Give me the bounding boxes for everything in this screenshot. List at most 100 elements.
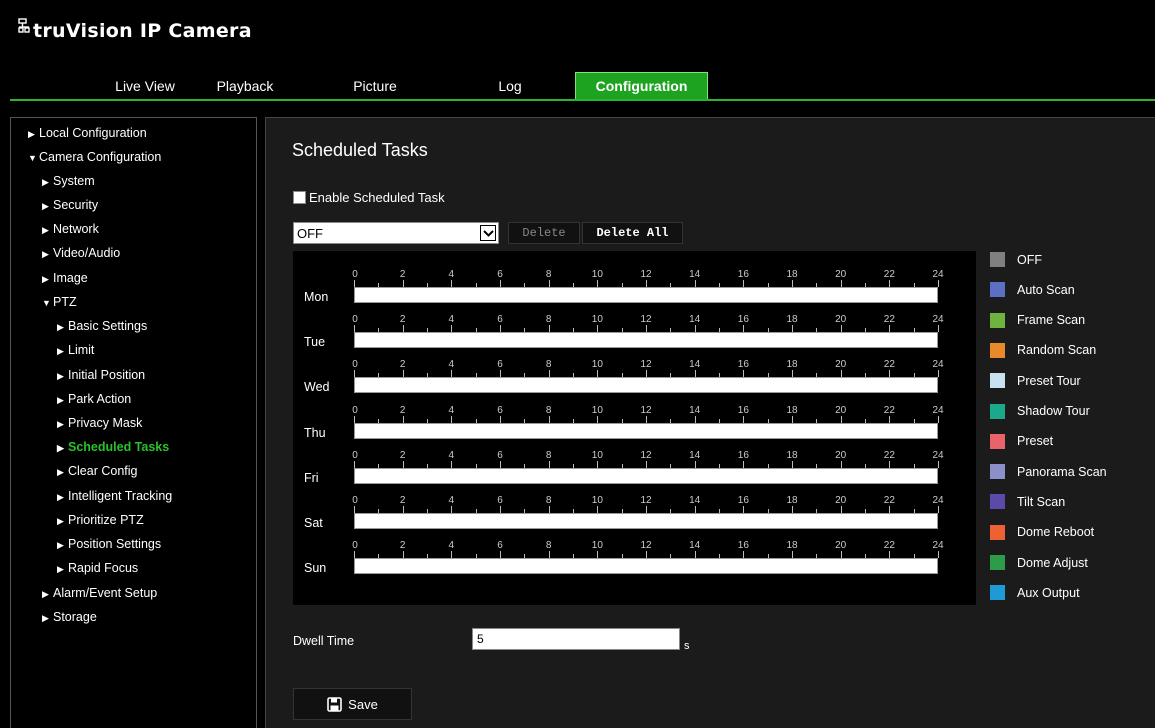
chevron-down-icon[interactable] xyxy=(480,225,496,241)
tree-item-intelligent-tracking[interactable]: ▶ Intelligent Tracking xyxy=(57,488,172,504)
tree-item-position-settings[interactable]: ▶ Position Settings xyxy=(57,536,161,552)
day-timeline-bar[interactable] xyxy=(354,513,938,529)
day-timeline-bar[interactable] xyxy=(354,422,938,439)
day-timeline-bar[interactable] xyxy=(354,377,938,394)
tree-item-prioritize-ptz[interactable]: ▶ Prioritize PTZ xyxy=(57,512,144,528)
tree-item-ptz[interactable]: ▼ PTZ xyxy=(42,294,77,310)
hour-tick-label: 12 xyxy=(640,449,652,461)
hour-tick-mark xyxy=(743,506,745,513)
legend-label: Preset xyxy=(1017,434,1054,449)
tree-item-network[interactable]: ▶ Network xyxy=(42,221,99,237)
hour-tick-label: 10 xyxy=(591,540,603,552)
tree-item-initial-position[interactable]: ▶ Initial Position xyxy=(57,367,145,383)
tab-playback[interactable]: Playback xyxy=(200,72,290,99)
legend-swatch[interactable] xyxy=(990,373,1005,389)
hour-tick-mark xyxy=(743,370,745,378)
legend-item: Tilt Scan xyxy=(990,494,1065,510)
day-label: Sat xyxy=(304,516,323,530)
legend-swatch[interactable] xyxy=(990,555,1005,570)
legend-swatch[interactable] xyxy=(990,282,1005,298)
tab-configuration[interactable]: Configuration xyxy=(575,72,708,99)
day-timeline-bar[interactable] xyxy=(354,558,938,575)
tree-item-park-action[interactable]: ▶ Park Action xyxy=(57,391,131,407)
hour-tick-label: 24 xyxy=(932,449,944,461)
hour-tick-label: 8 xyxy=(545,449,552,461)
hour-tick-mark xyxy=(840,506,842,513)
delete-button[interactable]: Delete xyxy=(508,222,580,244)
delete-all-button[interactable]: Delete All xyxy=(582,222,683,244)
tree-item-rapid-focus[interactable]: ▶ Rapid Focus xyxy=(57,560,138,576)
hour-tick-label: 2 xyxy=(399,540,406,552)
tree-item-storage[interactable]: ▶ Storage xyxy=(42,609,97,625)
tree-item-security[interactable]: ▶ Security xyxy=(42,197,98,213)
legend-label: Aux Output xyxy=(1017,585,1080,600)
legend-swatch[interactable] xyxy=(990,252,1005,267)
expand-arrow-icon: ▶ xyxy=(42,225,49,235)
task-type-select[interactable]: OFF xyxy=(293,222,499,244)
tree-item-image[interactable]: ▶ Image xyxy=(42,270,88,286)
day-timeline-bar[interactable] xyxy=(354,287,938,303)
tree-item-scheduled-tasks[interactable]: ▶ Scheduled Tasks xyxy=(57,439,169,455)
tree-item-clear-config[interactable]: ▶ Clear Config xyxy=(57,463,137,479)
hour-tick-mark xyxy=(938,280,939,287)
legend-label: Preset Tour xyxy=(1017,373,1081,388)
enable-scheduled-task-checkbox[interactable] xyxy=(293,191,306,204)
day-timeline-bar[interactable] xyxy=(354,467,938,484)
legend-item: Dome Adjust xyxy=(990,555,1088,570)
legend-swatch[interactable] xyxy=(990,464,1005,480)
hour-tick-mark xyxy=(500,280,501,287)
tab-log[interactable]: Log xyxy=(475,72,545,99)
tree-item-video-audio[interactable]: ▶ Video/Audio xyxy=(42,245,120,261)
day-timeline-bar[interactable] xyxy=(354,332,938,349)
hour-tick-mark xyxy=(889,325,891,333)
dwell-time-unit: s xyxy=(684,640,690,652)
hour-tick-label: 14 xyxy=(689,359,701,371)
legend-swatch[interactable] xyxy=(990,585,1005,601)
collapse-arrow-icon: ▼ xyxy=(28,153,37,163)
tree-item-limit[interactable]: ▶ Limit xyxy=(57,342,94,358)
hour-tick-mark xyxy=(500,325,501,333)
tree-item-camera-configuration[interactable]: ▼ Camera Configuration xyxy=(28,149,161,165)
hour-tick-mark xyxy=(792,325,793,333)
legend-item: Aux Output xyxy=(990,585,1080,601)
hour-tick-mark xyxy=(451,325,453,333)
tab-live-view[interactable]: Live View xyxy=(90,72,200,99)
hour-tick-label: 2 xyxy=(399,495,406,506)
tree-item-local-configuration[interactable]: ▶ Local Configuration xyxy=(28,125,147,141)
hour-tick-mark xyxy=(500,370,501,378)
tab-picture[interactable]: Picture xyxy=(330,72,420,99)
hour-tick-mark xyxy=(451,370,453,378)
tree-item-system[interactable]: ▶ System xyxy=(42,173,95,189)
tree-item-label: Prioritize PTZ xyxy=(68,513,144,527)
expand-arrow-icon: ▶ xyxy=(57,346,64,356)
dwell-time-input[interactable]: 5 xyxy=(472,628,680,650)
hour-tick-label: 18 xyxy=(786,449,798,461)
tree-item-label: Camera Configuration xyxy=(39,150,162,164)
hour-tick-mark xyxy=(840,460,842,468)
hour-tick-mark xyxy=(354,280,355,287)
hour-tick-mark xyxy=(792,460,793,468)
hour-tick-mark xyxy=(548,280,550,287)
hour-tick-mark xyxy=(451,280,453,287)
hour-tick-mark xyxy=(840,370,842,378)
hour-tick-mark xyxy=(840,280,842,287)
hour-tick-mark xyxy=(743,551,745,559)
tree-item-basic-settings[interactable]: ▶ Basic Settings xyxy=(57,318,147,334)
legend-swatch[interactable] xyxy=(990,494,1005,510)
save-button[interactable]: Save xyxy=(293,688,412,720)
legend-swatch[interactable] xyxy=(990,312,1005,328)
hour-tick-mark xyxy=(646,280,647,287)
legend-swatch[interactable] xyxy=(990,342,1005,358)
tree-item-privacy-mask[interactable]: ▶ Privacy Mask xyxy=(57,415,142,431)
legend-swatch[interactable] xyxy=(990,524,1005,540)
hour-tick-mark xyxy=(597,370,599,378)
legend-swatch[interactable] xyxy=(990,433,1005,449)
tree-item-alarm-event-setup[interactable]: ▶ Alarm/Event Setup xyxy=(42,585,157,601)
hour-tick-mark xyxy=(889,506,891,513)
legend-swatch[interactable] xyxy=(990,403,1005,419)
tree-item-label: Rapid Focus xyxy=(68,561,139,575)
hour-tick-mark xyxy=(938,506,939,513)
enable-scheduled-task-label: Enable Scheduled Task xyxy=(309,190,445,205)
hour-tick-label: 24 xyxy=(932,314,944,326)
hour-tick-label: 10 xyxy=(591,449,603,461)
